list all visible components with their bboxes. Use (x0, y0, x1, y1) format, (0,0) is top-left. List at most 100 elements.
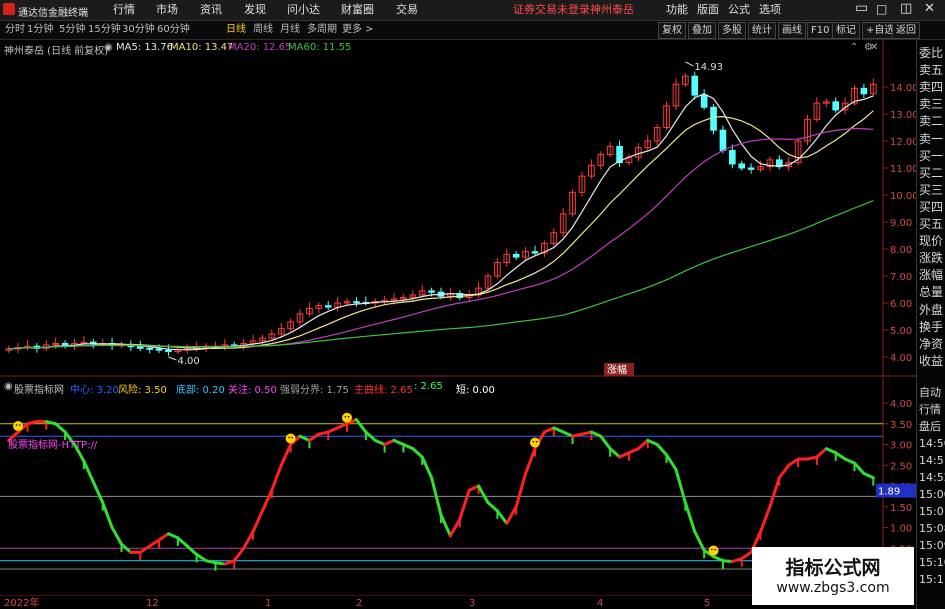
period-monthly[interactable]: 月线 (280, 23, 300, 37)
quote-field-label: 净资 (919, 336, 944, 351)
tick-time-label: 15:08 (919, 522, 945, 535)
candle-body (700, 94, 708, 108)
date-axis-label: 2 (356, 598, 362, 609)
indicator-settings-icon[interactable]: ◉ (4, 381, 13, 392)
candle-body (747, 167, 755, 170)
biaoji-button[interactable]: 标记 (832, 22, 860, 39)
stock-chart-label: 神州泰岳 (日线 前复权) (4, 46, 109, 57)
settings-circle-icon[interactable]: ◉ (104, 42, 113, 53)
duogu-button[interactable]: 多股 (718, 22, 746, 39)
price-tick-label: 12.00 (890, 137, 916, 148)
candle-body (729, 149, 736, 165)
period-more[interactable]: 更多 > (342, 23, 374, 37)
date-axis-label: 3 (469, 598, 475, 609)
back-button[interactable]: 返回 (892, 22, 920, 39)
tick-time-label: 14:50 (919, 437, 945, 450)
candle-body (324, 305, 332, 308)
menu-gongshi[interactable]: 公式 (728, 3, 750, 17)
menu-jiaoyi[interactable]: 交易 (396, 3, 418, 17)
diejia-button[interactable]: 叠加 (688, 22, 716, 39)
quote-field-label: 卖一 (919, 131, 944, 146)
candle-body (710, 106, 717, 131)
menu-bar: 通达信金融终端 行情 市场 资讯 发现 问小达 财富圈 交易 证券交易未登录 神… (0, 0, 945, 21)
period-5min[interactable]: 5分钟 (59, 23, 85, 37)
quote-field-label: 卖二 (919, 114, 944, 129)
restore-icon[interactable]: ◫ (900, 2, 912, 16)
indicator-legend-item: 风险: 3.50 (118, 385, 167, 396)
close-icon[interactable]: ✕ (924, 2, 935, 16)
login-status[interactable]: 证券交易未登录 (513, 3, 590, 17)
price-tick-label: 10.00 (890, 191, 916, 202)
maximize-icon[interactable]: □ (876, 2, 887, 16)
low-price-label: 4.00 (177, 356, 199, 367)
quote-panel: 委比 卖五 卖四 卖三 卖二 卖一 买一 买二 买三 买四 买五 现价 涨跌 涨幅 总量 外盘 换手 净资 收益 自动… (916, 40, 945, 609)
close-chart-icon[interactable]: ✕ (870, 42, 878, 53)
period-toolbar: 分时 1分钟 5分钟 15分钟 30分钟 60分钟 日线 周线 月线 多周期 更… (0, 21, 945, 40)
date-axis-label: 2022年 (4, 596, 39, 609)
tick-time-label: 15:11 (919, 573, 945, 586)
menu-hangqing[interactable]: 行情 (113, 3, 135, 17)
quote-field-label: 涨幅 (919, 268, 944, 283)
tongji-button[interactable]: 统计 (748, 22, 776, 39)
ma10-legend: MA10: 13.47 (170, 42, 234, 53)
indicator-tick-label: 2.50 (890, 461, 912, 472)
quote-field-label: 买四 (919, 199, 944, 214)
price-tick-label: 11.00 (890, 164, 916, 175)
quote-field-label: 委比 (919, 46, 944, 60)
high-price-label: 14.93 (694, 62, 723, 73)
indicator-legend-item: 强弱分界: 1.75 (280, 385, 349, 396)
menu-banmian[interactable]: 版面 (697, 3, 719, 17)
menu-shichang[interactable]: 市场 (156, 3, 178, 17)
period-60min[interactable]: 60分钟 (157, 23, 190, 37)
fuquan-button[interactable]: 复权 (658, 22, 686, 39)
menu-xuanxiang[interactable]: 选项 (759, 3, 781, 17)
ma60-legend: MA60: 11.55 (288, 42, 352, 53)
quote-field-label: 涨跌 (919, 251, 944, 266)
price-chart[interactable]: 14.00 13.00 12.00 11.00 10.00 9.00 8.00 7.00 6.0… (0, 40, 916, 377)
huaxian-button[interactable]: 画线 (778, 22, 806, 39)
candle-body (165, 349, 172, 353)
app-logo-icon (3, 3, 15, 15)
tick-time-label: 14:52 (919, 471, 945, 484)
indicator-tick-label: 4.00 (890, 399, 912, 410)
quote-field-label: 买二 (919, 165, 944, 180)
period-daily[interactable]: 日线 (226, 23, 246, 37)
menu-gongneng[interactable]: 功能 (666, 3, 688, 17)
quote-field-label: 换手 (919, 319, 944, 334)
indicator-tick-label: 3.50 (890, 420, 912, 431)
quote-field-label: 买三 (919, 182, 944, 197)
f10-button[interactable]: F10 (807, 22, 834, 39)
candle-body (832, 101, 840, 111)
tick-time-label: 14:51 (919, 454, 945, 467)
period-fenshi[interactable]: 分时 (5, 23, 25, 37)
minimize-icon[interactable]: ▭ (855, 1, 868, 15)
watermark-title: 指标公式网 (785, 557, 881, 579)
period-30min[interactable]: 30分钟 (122, 23, 155, 37)
tick-time-label: 15:01 (919, 505, 945, 518)
period-multi[interactable]: 多周期 (307, 23, 337, 37)
indicator-legend-item: 主曲线: 2.65 (354, 385, 413, 396)
menu-zixun[interactable]: 资讯 (200, 3, 222, 17)
date-axis-label: 4 (597, 598, 603, 609)
signal-marker-icon (529, 437, 540, 448)
indicator-name: 股票指标网 (14, 385, 64, 396)
price-tick-label: 6.00 (890, 299, 912, 310)
quote-field-label: 收益 (919, 353, 944, 368)
date-axis-label: 12 (146, 598, 159, 609)
menu-faxian[interactable]: 发现 (244, 3, 266, 17)
collapse-icon[interactable]: ⌃ (850, 42, 858, 53)
price-tick-label: 9.00 (890, 218, 912, 229)
period-1min[interactable]: 1分钟 (27, 23, 53, 37)
menu-wenxiaoda[interactable]: 问小达 (287, 3, 320, 17)
indicator-legend-item: : 2.65 (414, 381, 443, 392)
menu-caifuquan[interactable]: 财富圈 (341, 3, 374, 17)
tick-time-label: 15:09 (919, 539, 945, 552)
ma5-legend: MA5: 13.76 (116, 42, 174, 53)
tick-time-label: 15:00 (919, 488, 945, 501)
period-15min[interactable]: 15分钟 (88, 23, 121, 37)
period-weekly[interactable]: 周线 (253, 23, 273, 37)
quote-field-label: 买一 (919, 148, 944, 163)
watermark-url: www.zbgs3.com (776, 580, 890, 596)
indicator-tick-label: 1.50 (890, 503, 912, 514)
candle-body (512, 253, 520, 258)
